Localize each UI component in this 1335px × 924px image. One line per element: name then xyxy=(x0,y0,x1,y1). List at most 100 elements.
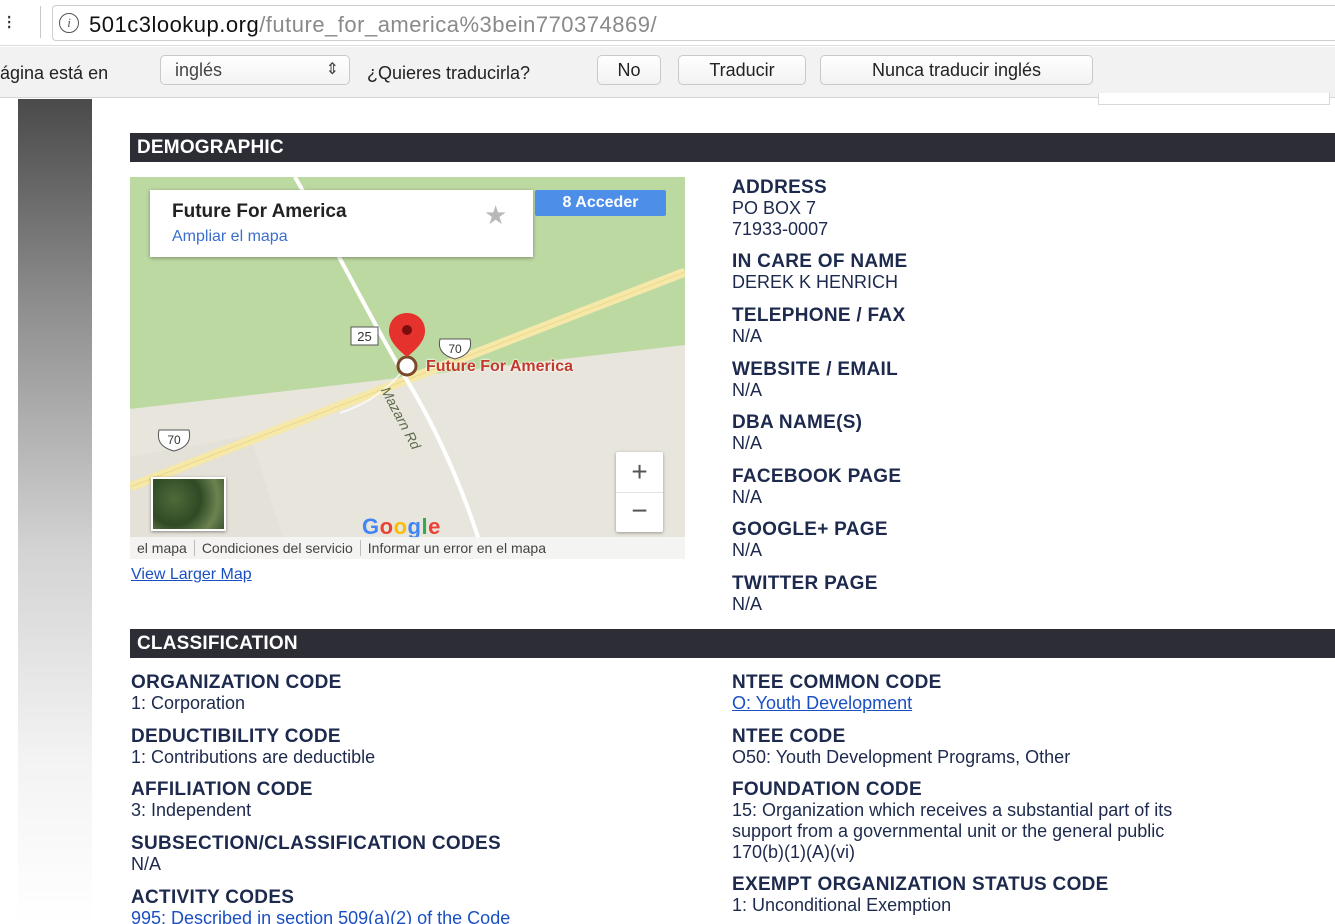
report-error-link[interactable]: Informar un error en el mapa xyxy=(361,540,553,556)
url-field[interactable]: i 501c3lookup.org/future_for_america%3be… xyxy=(52,5,1335,41)
activity-label: ACTIVITY CODES xyxy=(131,887,295,908)
never-translate-button[interactable]: Nunca traducir inglés xyxy=(820,55,1093,85)
language-select-value: inglés xyxy=(175,60,223,80)
menu-icon[interactable]: ⁝ xyxy=(6,10,12,35)
satellite-toggle[interactable] xyxy=(151,477,226,531)
classification-header: CLASSIFICATION xyxy=(130,629,1335,658)
subsection-field: SUBSECTION/CLASSIFICATION CODES N/A xyxy=(131,833,501,875)
ntee-code-field: NTEE CODE O50: Youth Development Program… xyxy=(732,726,1070,768)
dba-field: DBA NAME(S) N/A xyxy=(732,412,862,454)
info-icon[interactable]: i xyxy=(59,13,79,33)
website-field: WEBSITE / EMAIL N/A xyxy=(732,359,898,401)
google-plus-value: N/A xyxy=(732,540,763,560)
ntee-code-label: NTEE CODE xyxy=(732,726,846,747)
exempt-status-value: 1: Unconditional Exemption xyxy=(732,895,952,915)
language-select[interactable]: inglés ⇕ xyxy=(160,55,350,85)
address-line2: 71933-0007 xyxy=(732,219,829,239)
affiliation-field: AFFILIATION CODE 3: Independent xyxy=(131,779,313,821)
affiliation-label: AFFILIATION CODE xyxy=(131,779,313,800)
map-place-card: Future For America Ampliar el mapa ★ xyxy=(150,190,533,257)
dba-value: N/A xyxy=(732,433,763,453)
website-label: WEBSITE / EMAIL xyxy=(732,359,898,380)
exempt-status-field: EXEMPT ORGANIZATION STATUS CODE 1: Uncon… xyxy=(732,874,1109,916)
address-bar: ⁝ i 501c3lookup.org/future_for_america%3… xyxy=(0,0,1335,46)
google-logo-letter: o xyxy=(393,514,408,539)
address-line1: PO BOX 7 xyxy=(732,198,817,218)
org-code-value: 1: Corporation xyxy=(131,693,246,713)
ntee-common-link[interactable]: O: Youth Development xyxy=(732,693,942,714)
url-text[interactable]: 501c3lookup.org/future_for_america%3bein… xyxy=(89,12,657,38)
divider xyxy=(40,6,41,38)
twitter-label: TWITTER PAGE xyxy=(732,573,878,594)
map-data-link[interactable]: el mapa xyxy=(130,540,195,556)
activity-link[interactable]: 995: Described in section 509(a)(2) of t… xyxy=(131,908,510,924)
translate-bar: ágina está en inglés ⇕ ¿Quieres traducir… xyxy=(0,47,1335,98)
foundation-label: FOUNDATION CODE xyxy=(732,779,922,800)
facebook-field: FACEBOOK PAGE N/A xyxy=(732,466,901,508)
deductibility-field: DEDUCTIBILITY CODE 1: Contributions are … xyxy=(131,726,375,768)
pin-label[interactable]: Future For America xyxy=(426,358,573,376)
expand-map-link[interactable]: Ampliar el mapa xyxy=(172,228,288,246)
foundation-line3: 170(b)(1)(A)(vi) xyxy=(732,842,856,862)
star-icon[interactable]: ★ xyxy=(484,200,507,231)
twitter-value: N/A xyxy=(732,594,763,614)
twitter-field: TWITTER PAGE N/A xyxy=(732,573,878,615)
search-box-edge xyxy=(1098,93,1330,105)
google-plus-icon: 8 xyxy=(562,194,576,211)
facebook-label: FACEBOOK PAGE xyxy=(732,466,902,487)
demographic-header: DEMOGRAPHIC xyxy=(130,133,1335,162)
address-label: ADDRESS xyxy=(732,177,828,198)
care-of-label: IN CARE OF NAME xyxy=(732,251,908,272)
left-sidebar-shade xyxy=(18,99,92,924)
map[interactable]: 25 70 70 Future For America Mazarn Rd Fu… xyxy=(130,177,685,559)
care-of-field: IN CARE OF NAME DEREK K HENRICH xyxy=(732,251,908,293)
org-code-field: ORGANIZATION CODE 1: Corporation xyxy=(131,672,342,714)
ntee-common-field: NTEE COMMON CODE O: Youth Development xyxy=(732,672,942,714)
signin-button[interactable]: 8 Acceder xyxy=(535,190,666,216)
terms-link[interactable]: Condiciones del servicio xyxy=(194,540,361,556)
deductibility-label: DEDUCTIBILITY CODE xyxy=(131,726,341,747)
website-value: N/A xyxy=(732,380,763,400)
phone-field: TELEPHONE / FAX N/A xyxy=(732,305,905,347)
deductibility-value: 1: Contributions are deductible xyxy=(131,747,376,767)
translate-label: ágina está en xyxy=(0,63,109,83)
org-code-label: ORGANIZATION CODE xyxy=(131,672,342,693)
zoom-control: + − xyxy=(616,452,663,532)
google-plus-field: GOOGLE+ PAGE N/A xyxy=(732,519,888,561)
activity-field: ACTIVITY CODES 995: Described in section… xyxy=(131,887,510,924)
google-plus-label: GOOGLE+ PAGE xyxy=(732,519,888,540)
google-logo-letter: o xyxy=(379,514,394,539)
route-70-label-a: 70 xyxy=(448,342,462,356)
google-logo-letter: e xyxy=(428,514,441,539)
select-arrows-icon: ⇕ xyxy=(325,61,339,78)
foundation-line1: 15: Organization which receives a substa… xyxy=(732,800,1173,820)
signin-label: Acceder xyxy=(575,194,639,211)
phone-value: N/A xyxy=(732,326,763,346)
ntee-common-label: NTEE COMMON CODE xyxy=(732,672,942,693)
view-larger-map-link[interactable]: View Larger Map xyxy=(131,566,252,584)
affiliation-value: 3: Independent xyxy=(131,800,252,820)
translate-button[interactable]: Traducir xyxy=(678,55,806,85)
google-logo-letter: g xyxy=(407,514,422,539)
route-70-label-b: 70 xyxy=(167,433,181,447)
subsection-label: SUBSECTION/CLASSIFICATION CODES xyxy=(131,833,501,854)
ntee-code-value: O50: Youth Development Programs, Other xyxy=(732,747,1071,767)
exempt-status-label: EXEMPT ORGANIZATION STATUS CODE xyxy=(732,874,1109,895)
url-path: /future_for_america%3bein770374869/ xyxy=(259,12,658,37)
address-field: ADDRESS PO BOX 7 71933-0007 xyxy=(732,177,828,240)
place-name: Future For America xyxy=(172,201,347,222)
phone-label: TELEPHONE / FAX xyxy=(732,305,906,326)
foundation-field: FOUNDATION CODE 15: Organization which r… xyxy=(732,779,1172,863)
zoom-out-button[interactable]: − xyxy=(616,492,663,532)
page-content: DEMOGRAPHIC 25 70 70 Future For America … xyxy=(0,93,1335,924)
zoom-in-button[interactable]: + xyxy=(616,452,663,492)
google-logo-letter: G xyxy=(362,514,380,539)
care-of-value: DEREK K HENRICH xyxy=(732,272,899,292)
dba-label: DBA NAME(S) xyxy=(732,412,863,433)
route-25-shield: 25 xyxy=(350,326,379,346)
route-25-label: 25 xyxy=(357,329,371,344)
url-host: 501c3lookup.org xyxy=(89,12,260,37)
subsection-value: N/A xyxy=(131,854,162,874)
map-footer: el mapa Condiciones del servicio Informar … xyxy=(130,537,685,559)
no-button[interactable]: No xyxy=(597,55,661,85)
